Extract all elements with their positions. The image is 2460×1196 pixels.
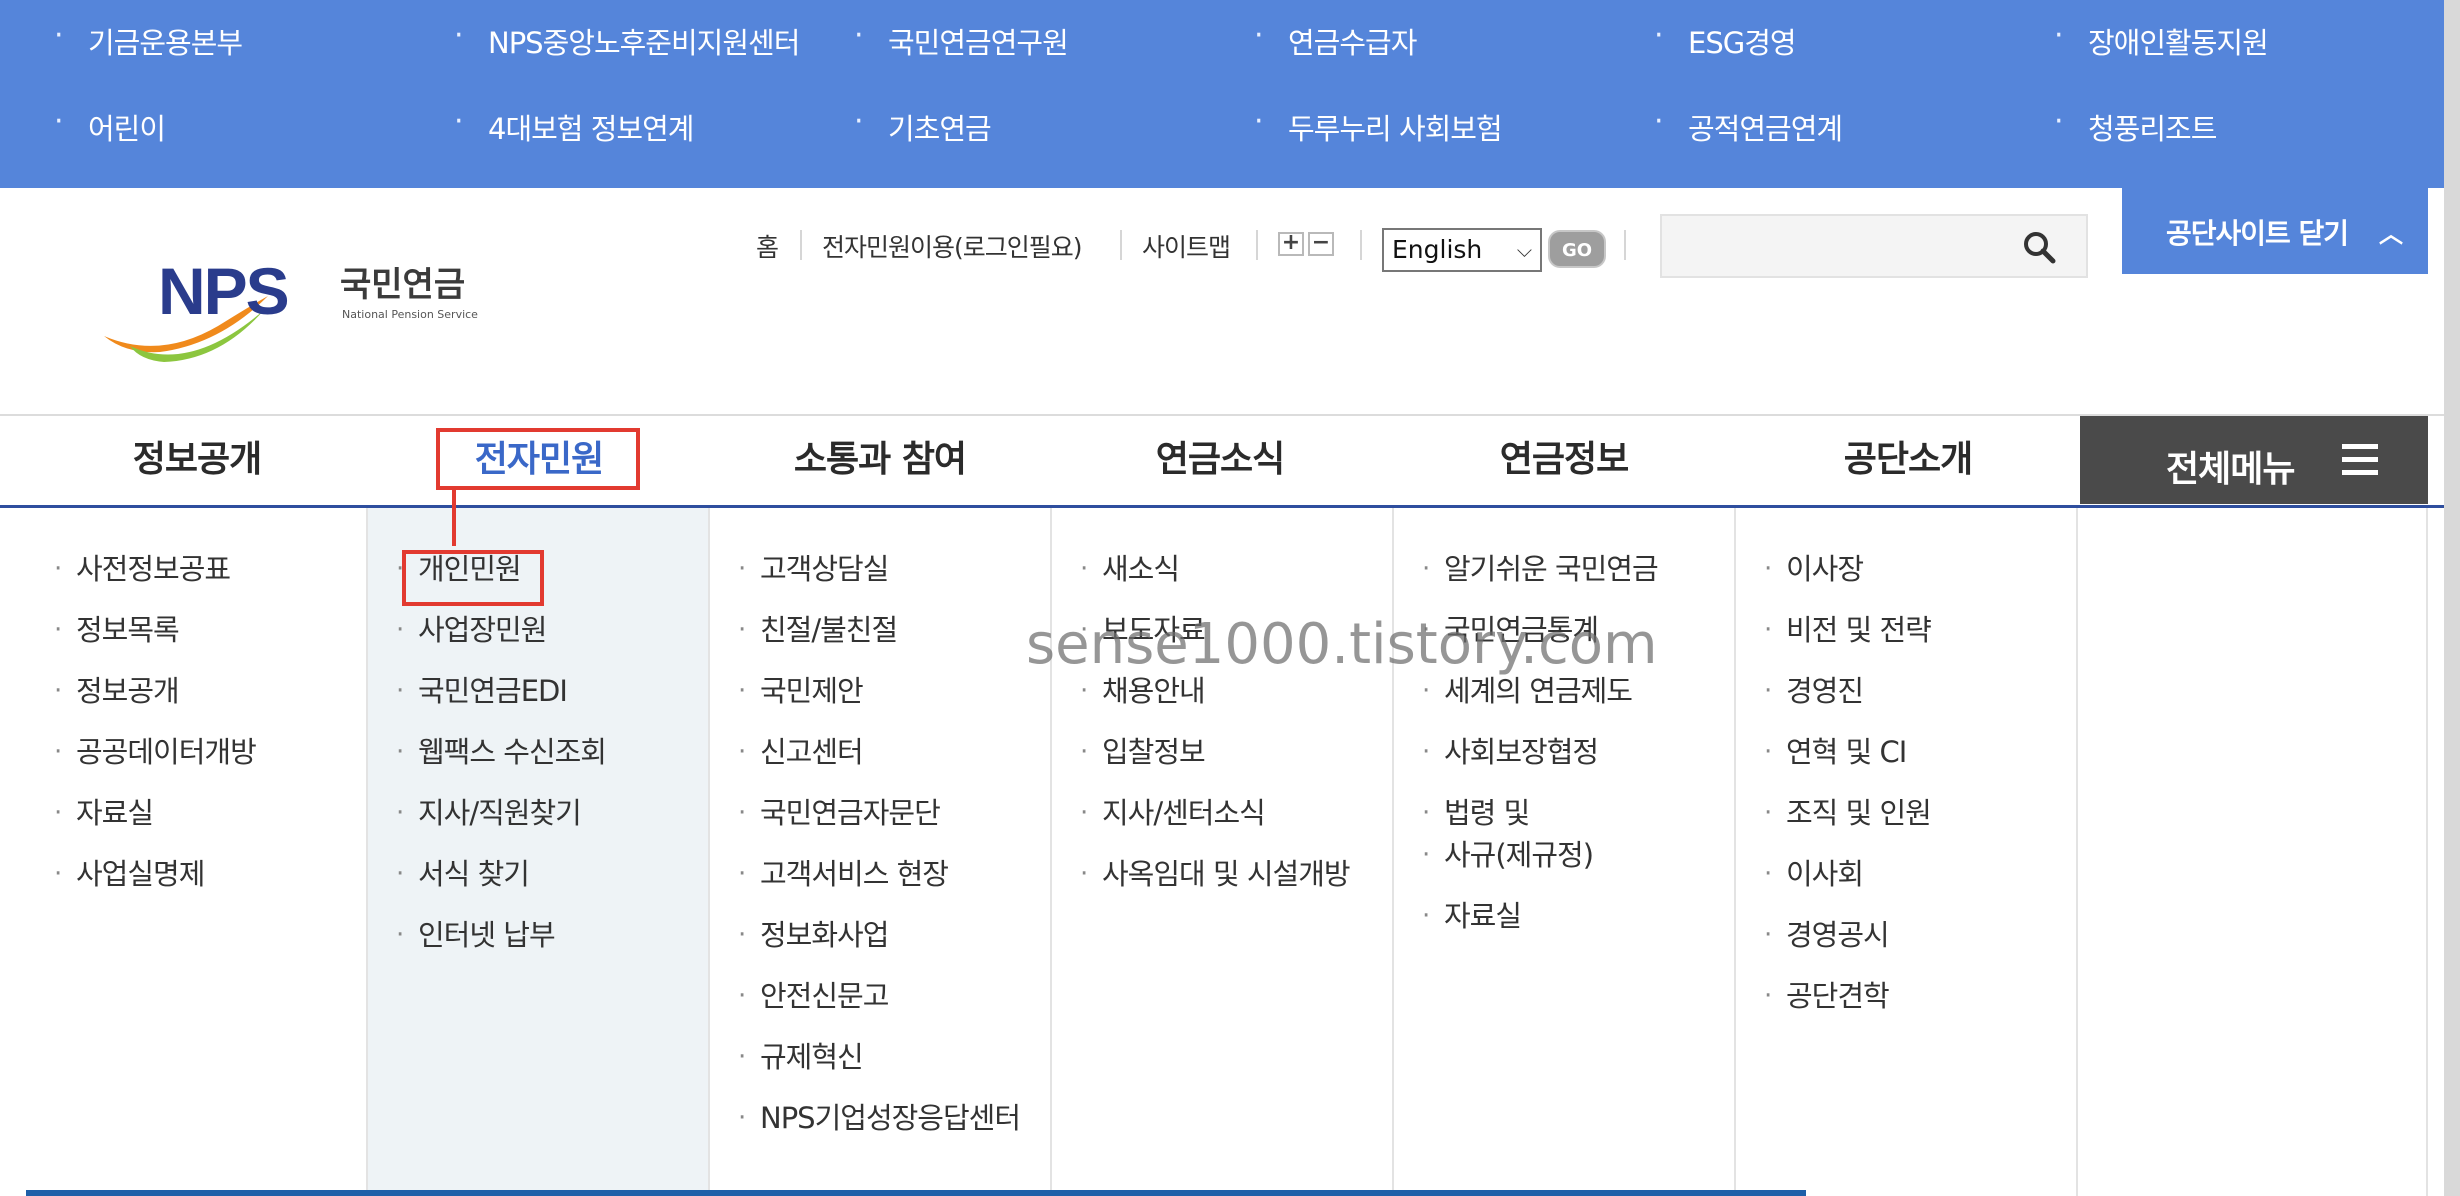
- font-reduce-button[interactable]: −: [1308, 232, 1334, 256]
- highlight-box-tab: [436, 428, 640, 490]
- site-link-retirement-center[interactable]: NPS중앙노후준비지원센터: [454, 18, 800, 62]
- logo-letters: NPS: [158, 254, 288, 328]
- menu-item[interactable]: 규제혁신: [738, 1036, 864, 1078]
- tab-pension-news[interactable]: 연금소식: [1080, 416, 1360, 504]
- divider: [800, 230, 802, 260]
- all-menu-button[interactable]: 전체메뉴: [2080, 416, 2428, 504]
- menu-item[interactable]: 신고센터: [738, 731, 864, 773]
- menu-item[interactable]: 자료실: [1422, 895, 1522, 937]
- chevron-up-icon: ︿: [2379, 220, 2403, 248]
- main-nav: 정보공개 전자민원 소통과 참여 연금소식 연금정보 공단소개 전체메뉴: [0, 416, 2460, 508]
- logo-korean: 국민연금: [340, 265, 465, 305]
- site-link-public-pension-link[interactable]: 공적연금연계: [1654, 104, 1843, 148]
- tab-communication[interactable]: 소통과 참여: [740, 416, 1020, 504]
- site-link-fund-management[interactable]: 기금운용본부: [54, 18, 243, 62]
- site-header: NPS 국민연금 National Pension Service 홈 전자민원…: [0, 188, 2460, 416]
- menu-item[interactable]: 서식 찾기: [396, 853, 530, 895]
- screenshot-frame-edge: [2444, 0, 2460, 1196]
- menu-item[interactable]: 이사장: [1764, 548, 1864, 590]
- menu-item[interactable]: 사업실명제: [54, 853, 205, 895]
- site-link-kids[interactable]: 어린이: [54, 104, 166, 148]
- menu-item[interactable]: 사업장민원: [396, 609, 547, 651]
- menu-item[interactable]: 정보공개: [54, 670, 180, 712]
- menu-item[interactable]: 경영진: [1764, 670, 1864, 712]
- tab-pension-info[interactable]: 연금정보: [1424, 416, 1704, 504]
- sitemap-link[interactable]: 사이트맵: [1142, 228, 1231, 264]
- site-link-insurance-link[interactable]: 4대보험 정보연계: [454, 104, 695, 148]
- menu-item[interactable]: 사옥임대 및 시설개방: [1080, 853, 1351, 895]
- menu-item[interactable]: 알기쉬운 국민연금: [1422, 548, 1659, 590]
- menu-item[interactable]: 정보목록: [54, 609, 180, 651]
- home-link[interactable]: 홈: [756, 228, 779, 264]
- menu-item[interactable]: 공단견학: [1764, 975, 1890, 1017]
- menu-item[interactable]: 새소식: [1080, 548, 1180, 590]
- menu-item[interactable]: 고객서비스 현장: [738, 853, 949, 895]
- e-civil-link[interactable]: 전자민원이용(로그인필요): [822, 228, 1083, 264]
- font-enlarge-button[interactable]: +: [1278, 232, 1304, 256]
- all-menu-label: 전체메뉴: [2166, 449, 2295, 490]
- close-family-sites-button[interactable]: 공단사이트 닫기 ︿: [2122, 188, 2428, 274]
- nps-logo-mark: NPS 국민연금 National Pension Service: [104, 254, 478, 362]
- tab-info-disclosure[interactable]: 정보공개: [0, 416, 394, 504]
- menu-item[interactable]: 경영공시: [1764, 914, 1890, 956]
- menu-item[interactable]: 안전신문고: [738, 975, 889, 1017]
- hamburger-icon: [2342, 444, 2378, 478]
- tab-about[interactable]: 공단소개: [1768, 416, 2048, 504]
- family-sites-bar: 기금운용본부 NPS중앙노후준비지원센터 국민연금연구원 연금수급자 ESG경영…: [0, 0, 2460, 188]
- menu-item[interactable]: 인터넷 납부: [396, 914, 556, 956]
- menu-item[interactable]: 국민연금자문단: [738, 792, 941, 834]
- site-link-resort[interactable]: 청풍리조트: [2054, 104, 2218, 148]
- close-family-sites-label: 공단사이트 닫기: [2166, 217, 2349, 250]
- menu-item[interactable]: 웹팩스 수신조회: [396, 731, 607, 773]
- chevron-down-icon: ⌵: [1516, 238, 1532, 262]
- divider: [1360, 230, 1362, 260]
- nps-logo[interactable]: NPS 국민연금 National Pension Service: [100, 248, 500, 368]
- menu-item[interactable]: 법령 및: [1422, 792, 1530, 834]
- menu-item[interactable]: 조직 및 인원: [1764, 792, 1932, 834]
- divider: [1256, 230, 1258, 260]
- menu-item[interactable]: 고객상담실: [738, 548, 889, 590]
- watermark-text: sense1000.tistory.com: [1026, 612, 1658, 677]
- menu-item[interactable]: 국민연금EDI: [396, 670, 568, 712]
- menu-item[interactable]: 친절/불친절: [738, 609, 898, 651]
- language-select-value: English: [1392, 235, 1483, 264]
- menu-item[interactable]: 지사/직원찾기: [396, 792, 582, 834]
- search-input[interactable]: [1660, 214, 2088, 278]
- search-icon[interactable]: [2022, 230, 2056, 264]
- language-select[interactable]: English ⌵: [1382, 228, 1542, 272]
- divider: [1120, 230, 1122, 260]
- site-link-durunuri[interactable]: 두루누리 사회보험: [1254, 104, 1503, 148]
- menu-item[interactable]: 국민제안: [738, 670, 864, 712]
- menu-item[interactable]: 연혁 및 CI: [1764, 731, 1907, 773]
- menu-column-empty: [2078, 508, 2428, 1196]
- menu-item[interactable]: 사회보장협정: [1422, 731, 1599, 773]
- menu-item[interactable]: NPS기업성장응답센터: [738, 1097, 1021, 1139]
- menu-item[interactable]: 정보화사업: [738, 914, 889, 956]
- page-content-edge: [26, 1190, 1806, 1196]
- logo-english: National Pension Service: [342, 308, 478, 321]
- highlight-box-item: [402, 550, 544, 606]
- site-link-esg[interactable]: ESG경영: [1654, 18, 1796, 62]
- site-link-pension-recipients[interactable]: 연금수급자: [1254, 18, 1418, 62]
- menu-item[interactable]: 지사/센터소식: [1080, 792, 1266, 834]
- highlight-connector-line: [452, 488, 456, 546]
- menu-item[interactable]: 자료실: [54, 792, 154, 834]
- menu-item-continued[interactable]: 사규(제규정): [1422, 834, 1594, 876]
- divider: [1624, 230, 1626, 260]
- menu-item[interactable]: 비전 및 전략: [1764, 609, 1932, 651]
- language-go-button[interactable]: GO: [1548, 230, 1606, 268]
- menu-item[interactable]: 공공데이터개방: [54, 731, 257, 773]
- menu-item[interactable]: 이사회: [1764, 853, 1864, 895]
- site-link-basic-pension[interactable]: 기초연금: [854, 104, 992, 148]
- menu-item[interactable]: 입찰정보: [1080, 731, 1206, 773]
- site-link-disability-support[interactable]: 장애인활동지원: [2054, 18, 2269, 62]
- site-link-research-institute[interactable]: 국민연금연구원: [854, 18, 1069, 62]
- menu-item[interactable]: 사전정보공표: [54, 548, 231, 590]
